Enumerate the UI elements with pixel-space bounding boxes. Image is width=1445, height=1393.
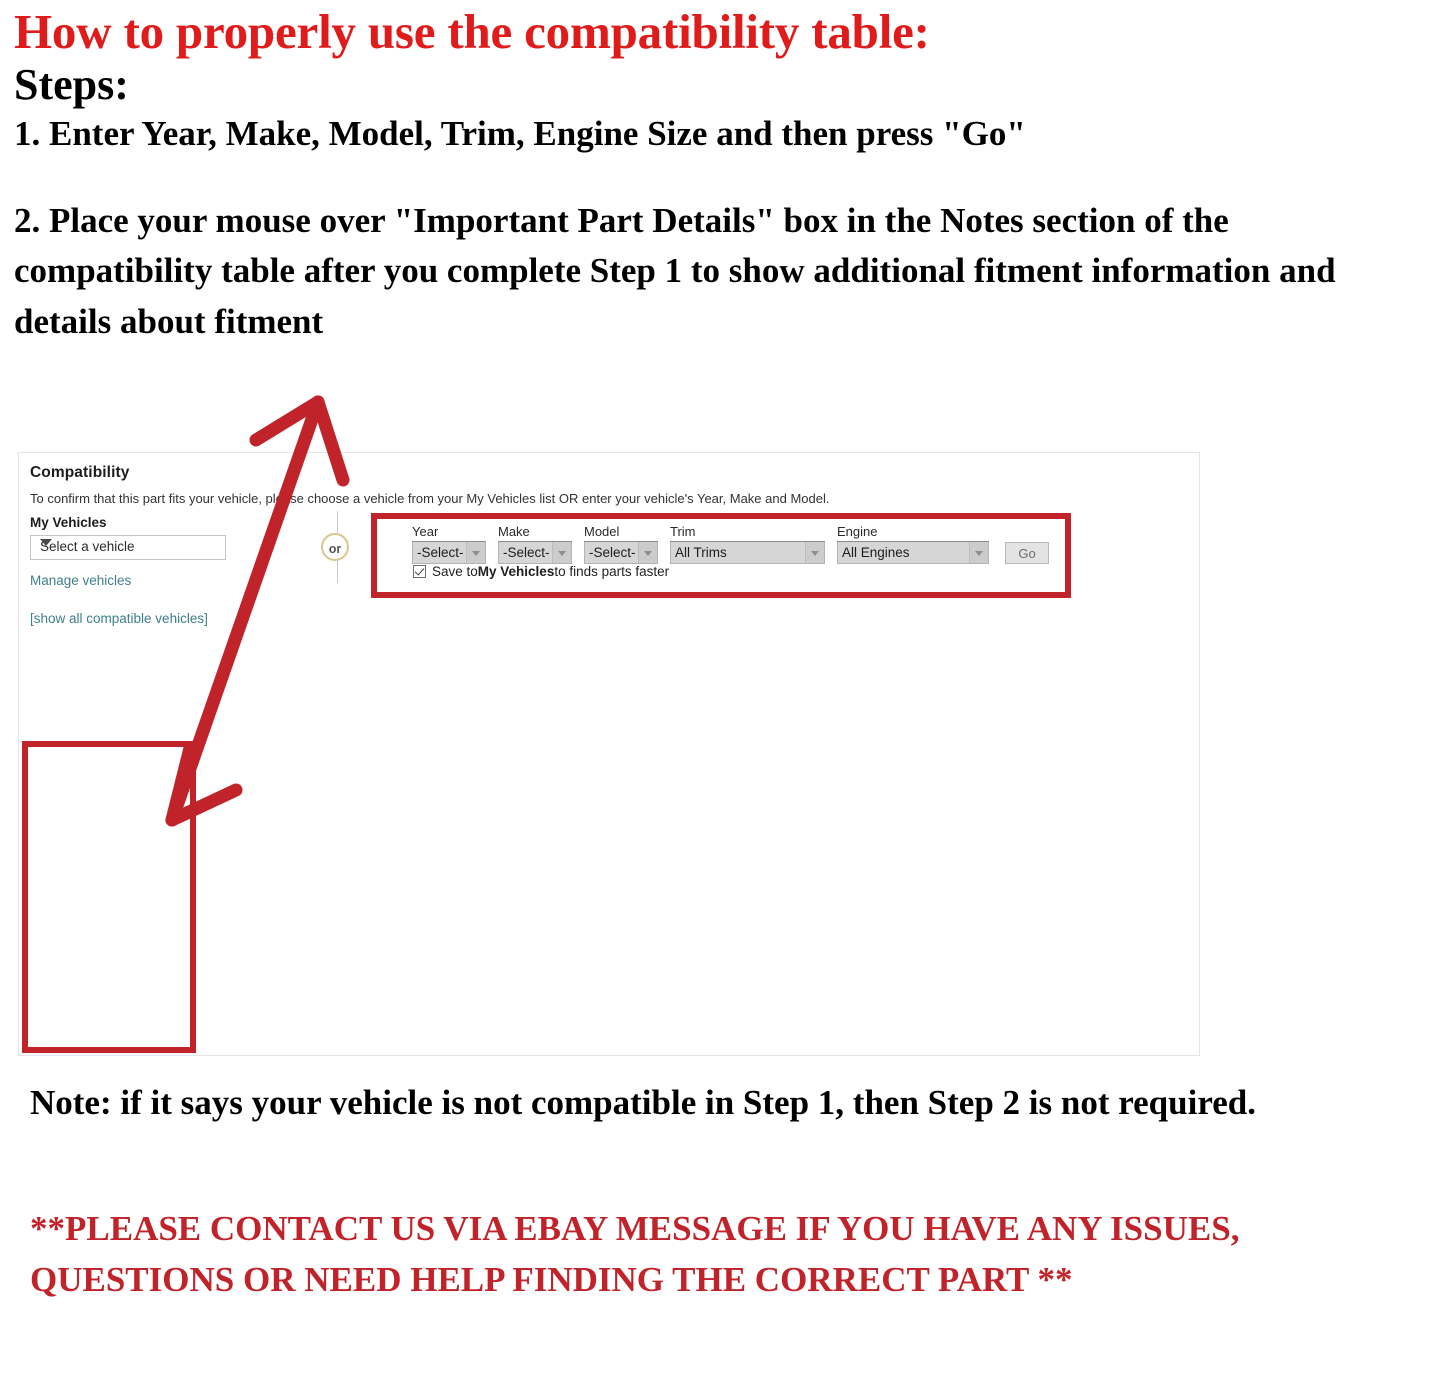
field-label-engine: Engine [837, 524, 989, 542]
field-label-year: Year [412, 524, 486, 542]
select-trim[interactable]: All Trims [670, 542, 825, 564]
vehicle-finder-fields: Year -Select- Make -Select- Model -Select- Tri… [412, 524, 1049, 564]
step-2-text: 2. Place your mouse over "Important Part… [14, 200, 1336, 342]
field-label-model: Model [584, 524, 658, 542]
field-group-year: Year -Select- [412, 524, 486, 564]
field-label-trim: Trim [670, 524, 825, 542]
save-vehicle-checkbox[interactable] [413, 565, 426, 578]
vehicle-select-value: Select a vehicle [40, 539, 135, 554]
or-line-bottom [337, 561, 338, 583]
compatibility-subtitle: To confirm that this part fits your vehi… [30, 491, 830, 506]
save-to-my-vehicles-row[interactable]: Save to My Vehicles to finds parts faste… [413, 564, 669, 579]
chevron-down-icon [805, 542, 824, 563]
footer-note: Note: if it says your vehicle is not com… [30, 1083, 1256, 1122]
select-value-engine: All Engines [842, 545, 910, 560]
field-group-model: Model -Select- [584, 524, 658, 564]
select-year[interactable]: -Select- [412, 542, 486, 564]
save-suffix-text: to finds parts faster [554, 564, 670, 579]
chevron-down-icon [466, 542, 485, 563]
save-bold-text: My Vehicles [477, 564, 555, 579]
select-value-trim: All Trims [675, 545, 727, 560]
chevron-down-icon [969, 542, 988, 563]
chevron-down-icon [638, 542, 657, 563]
compatibility-title: Compatibility [30, 464, 130, 481]
page-title: How to properly use the compatibility ta… [14, 4, 930, 59]
select-model[interactable]: -Select- [584, 542, 658, 564]
my-vehicles-label: My Vehicles [30, 515, 107, 530]
save-prefix-text: Save to [432, 564, 478, 579]
field-group-trim: Trim All Trims [670, 524, 825, 564]
footer-contact: **PLEASE CONTACT US VIA EBAY MESSAGE IF … [30, 1209, 1240, 1300]
chevron-down-icon [40, 539, 52, 546]
or-line-top [337, 511, 338, 533]
compatibility-header: Compatibility To confirm that this part … [30, 464, 1191, 520]
manage-vehicles-link[interactable]: Manage vehicles [30, 573, 270, 588]
or-divider: or [321, 511, 355, 583]
select-value-year: -Select- [417, 545, 464, 560]
arrow-head-top-left-barb [249, 395, 325, 447]
go-button[interactable]: Go [1005, 542, 1049, 564]
select-make[interactable]: -Select- [498, 542, 572, 564]
chevron-down-icon [552, 542, 571, 563]
select-value-model: -Select- [589, 545, 636, 560]
instructions-block: How to properly use the compatibility ta… [14, 6, 1414, 348]
steps-heading: Steps: [14, 59, 129, 109]
step-1-text: 1. Enter Year, Make, Model, Trim, Engine… [14, 114, 1026, 154]
vehicle-select[interactable]: Select a vehicle [30, 535, 226, 560]
select-engine[interactable]: All Engines [837, 542, 989, 564]
field-group-make: Make -Select- [498, 524, 572, 564]
select-value-make: -Select- [503, 545, 550, 560]
or-badge: or [321, 533, 349, 561]
field-group-engine: Engine All Engines [837, 524, 989, 564]
field-label-make: Make [498, 524, 572, 542]
show-all-compatible-link[interactable]: [show all compatible vehicles] [30, 611, 270, 626]
my-vehicles-section: My Vehicles Select a vehicle Manage vehi… [30, 515, 270, 626]
